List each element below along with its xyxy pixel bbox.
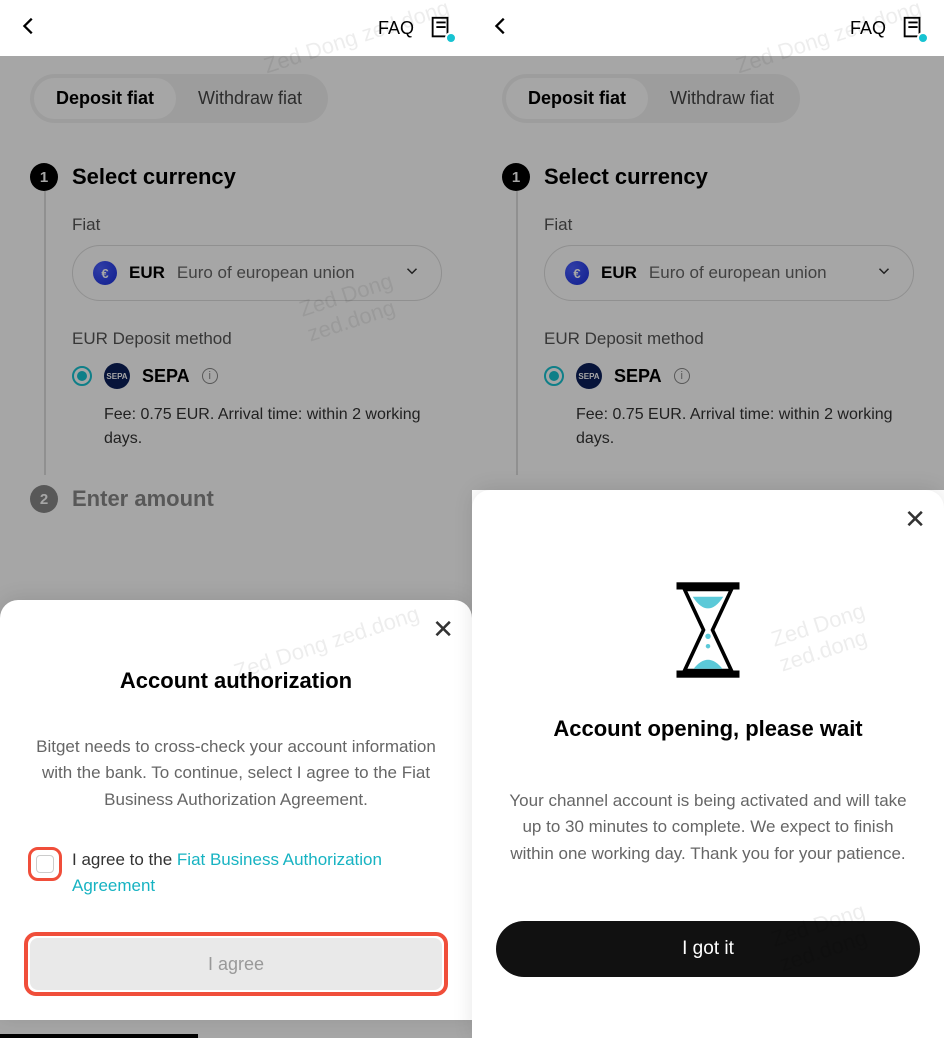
sepa-logo-icon: SEPA <box>576 363 602 389</box>
chevron-down-icon <box>403 262 421 285</box>
eur-icon: € <box>565 261 589 285</box>
agree-button-highlight: I agree <box>24 932 448 996</box>
agree-checkbox-highlight <box>28 847 62 881</box>
close-icon[interactable]: ✕ <box>432 614 454 645</box>
hourglass-icon <box>663 580 753 680</box>
currency-select[interactable]: € EUR Euro of european union <box>544 245 914 301</box>
step-number-badge: 1 <box>30 163 58 191</box>
faq-link[interactable]: FAQ <box>378 18 414 39</box>
step-2-header: 2 Enter amount <box>30 485 442 513</box>
deposit-method-label: EUR Deposit method <box>72 329 442 349</box>
currency-code: EUR <box>601 263 637 283</box>
tab-control: Deposit fiat Withdraw fiat <box>502 74 800 123</box>
step-1-header: 1 Select currency <box>30 163 442 191</box>
screen-right: FAQ Deposit fiat Withdraw fiat 1 Select … <box>472 0 944 1038</box>
info-icon[interactable]: i <box>674 368 690 384</box>
sheet-body-text: Bitget needs to cross-check your account… <box>24 734 448 813</box>
back-icon[interactable] <box>18 15 40 42</box>
sepa-option[interactable]: SEPA SEPA i <box>72 363 442 389</box>
sepa-name: SEPA <box>142 366 190 387</box>
sepa-option[interactable]: SEPA SEPA i <box>544 363 914 389</box>
screen-left: FAQ Deposit fiat Withdraw fiat 1 Select … <box>0 0 472 1038</box>
wait-sheet: ✕ Account opening, please wait Your chan… <box>472 490 944 1038</box>
step-number-badge: 1 <box>502 163 530 191</box>
tab-control: Deposit fiat Withdraw fiat <box>30 74 328 123</box>
radio-icon <box>72 366 92 386</box>
eur-icon: € <box>93 261 117 285</box>
step-number-badge: 2 <box>30 485 58 513</box>
agree-button[interactable]: I agree <box>30 938 442 990</box>
agree-checkbox[interactable] <box>36 855 54 873</box>
step-1-title: Select currency <box>544 164 708 190</box>
got-it-button[interactable]: I got it <box>496 921 920 977</box>
radio-icon <box>544 366 564 386</box>
tab-deposit[interactable]: Deposit fiat <box>34 78 176 119</box>
sheet-title: Account authorization <box>24 668 448 694</box>
history-icon[interactable] <box>900 15 926 41</box>
agree-text: I agree to the Fiat Business Authorizati… <box>72 847 444 898</box>
currency-select[interactable]: € EUR Euro of european union <box>72 245 442 301</box>
currency-code: EUR <box>129 263 165 283</box>
currency-name: Euro of european union <box>649 263 863 283</box>
currency-name: Euro of european union <box>177 263 391 283</box>
back-icon[interactable] <box>490 15 512 42</box>
authorization-sheet: ✕ Account authorization Bitget needs to … <box>0 600 472 1020</box>
agree-prefix: I agree to the <box>72 850 177 869</box>
fee-text: Fee: 0.75 EUR. Arrival time: within 2 wo… <box>576 403 896 451</box>
step-2-title: Enter amount <box>72 486 214 512</box>
sheet-title: Account opening, please wait <box>496 716 920 742</box>
step-1-title: Select currency <box>72 164 236 190</box>
sepa-logo-icon: SEPA <box>104 363 130 389</box>
faq-link[interactable]: FAQ <box>850 18 886 39</box>
fiat-label: Fiat <box>72 215 442 235</box>
tab-withdraw[interactable]: Withdraw fiat <box>176 78 324 119</box>
chevron-down-icon <box>875 262 893 285</box>
tab-withdraw[interactable]: Withdraw fiat <box>648 78 796 119</box>
deposit-method-label: EUR Deposit method <box>544 329 914 349</box>
tab-deposit[interactable]: Deposit fiat <box>506 78 648 119</box>
fee-text: Fee: 0.75 EUR. Arrival time: within 2 wo… <box>104 403 424 451</box>
info-icon[interactable]: i <box>202 368 218 384</box>
close-icon[interactable]: ✕ <box>904 504 926 535</box>
sepa-name: SEPA <box>614 366 662 387</box>
history-icon[interactable] <box>428 15 454 41</box>
sheet-body-text: Your channel account is being activated … <box>496 788 920 867</box>
topbar: FAQ <box>0 0 472 56</box>
fiat-label: Fiat <box>544 215 914 235</box>
step-1-header: 1 Select currency <box>502 163 914 191</box>
topbar: FAQ <box>472 0 944 56</box>
